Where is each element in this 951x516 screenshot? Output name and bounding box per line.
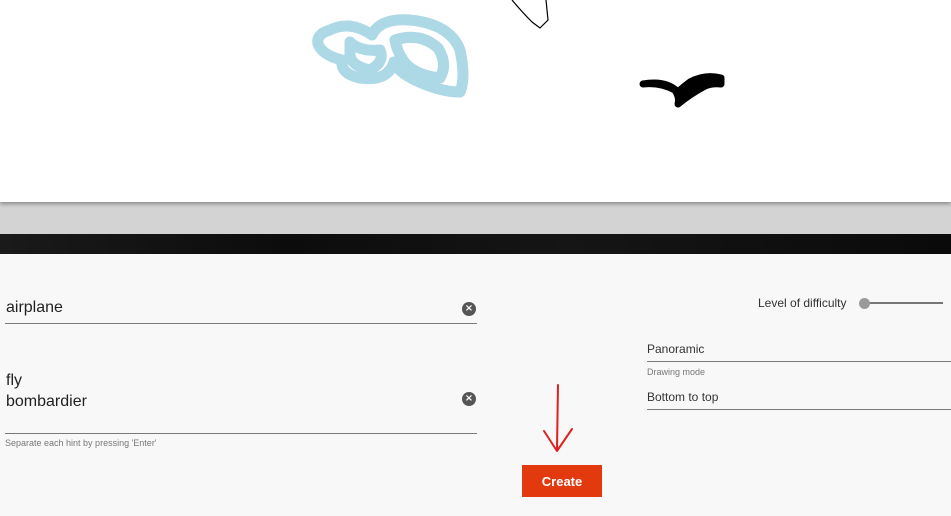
- hints-field[interactable]: fly bombardier ×: [5, 366, 477, 434]
- close-circle-icon[interactable]: ×: [462, 392, 476, 406]
- app-page: × fly bombardier × Separate each hint by…: [0, 0, 951, 516]
- hint-line-bombardier: bombardier: [6, 393, 87, 410]
- create-button[interactable]: Create: [522, 465, 602, 497]
- difficulty-label: Level of difficulty: [758, 296, 847, 310]
- annotation-arrow-icon: [543, 384, 573, 452]
- black-thin-outline-stroke: [511, 0, 549, 29]
- close-circle-icon[interactable]: ×: [462, 302, 476, 316]
- word-field[interactable]: ×: [5, 288, 477, 324]
- drawing-mode-value: Panoramic: [647, 342, 705, 356]
- word-input[interactable]: [6, 299, 446, 317]
- hint-line-fly: fly: [6, 372, 22, 389]
- hints-help-text: Separate each hint by pressing 'Enter': [5, 438, 157, 448]
- direction-select[interactable]: Bottom to top: [647, 390, 951, 410]
- drawing-mode-select[interactable]: Panoramic: [647, 342, 951, 362]
- black-bird-stroke: [639, 73, 725, 108]
- direction-value: Bottom to top: [647, 390, 719, 404]
- light-blue-cloud-stroke: [312, 14, 469, 98]
- difficulty-slider-track[interactable]: [865, 302, 943, 304]
- drawing-canvas[interactable]: [0, 0, 951, 202]
- canvas-frame-band: [0, 202, 951, 234]
- toolbar-divider-band: [0, 234, 951, 254]
- difficulty-slider-thumb[interactable]: [859, 298, 870, 309]
- drawing-svg: [312, 0, 725, 108]
- drawing-mode-label: Drawing mode: [647, 367, 706, 377]
